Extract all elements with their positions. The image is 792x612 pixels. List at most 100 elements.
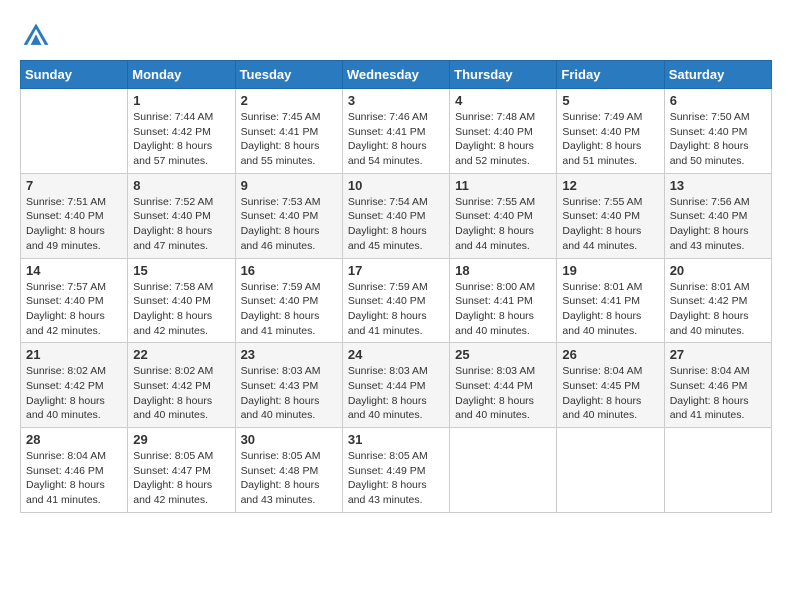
daylight-hours-text: Daylight: 8 hours bbox=[133, 395, 212, 407]
week-row-1: 1Sunrise: 7:44 AMSunset: 4:42 PMDaylight… bbox=[21, 89, 772, 174]
daylight-hours-text: Daylight: 8 hours bbox=[670, 225, 749, 237]
day-number: 15 bbox=[133, 263, 229, 278]
day-number: 17 bbox=[348, 263, 444, 278]
daylight-minutes-text: and 41 minutes. bbox=[348, 325, 423, 337]
day-info: Sunrise: 8:02 AMSunset: 4:42 PMDaylight:… bbox=[26, 364, 122, 423]
daylight-hours-text: Daylight: 8 hours bbox=[670, 310, 749, 322]
day-info: Sunrise: 7:48 AMSunset: 4:40 PMDaylight:… bbox=[455, 110, 551, 169]
header-monday: Monday bbox=[128, 61, 235, 89]
day-info: Sunrise: 7:49 AMSunset: 4:40 PMDaylight:… bbox=[562, 110, 658, 169]
sunset-text: Sunset: 4:41 PM bbox=[241, 126, 319, 138]
sunrise-text: Sunrise: 8:03 AM bbox=[348, 365, 428, 377]
day-info: Sunrise: 7:53 AMSunset: 4:40 PMDaylight:… bbox=[241, 195, 337, 254]
sunrise-text: Sunrise: 7:54 AM bbox=[348, 196, 428, 208]
day-cell: 21Sunrise: 8:02 AMSunset: 4:42 PMDayligh… bbox=[21, 343, 128, 428]
day-cell: 3Sunrise: 7:46 AMSunset: 4:41 PMDaylight… bbox=[342, 89, 449, 174]
sunset-text: Sunset: 4:44 PM bbox=[455, 380, 533, 392]
daylight-minutes-text: and 44 minutes. bbox=[455, 240, 530, 252]
daylight-minutes-text: and 51 minutes. bbox=[562, 155, 637, 167]
daylight-minutes-text: and 46 minutes. bbox=[241, 240, 316, 252]
day-number: 10 bbox=[348, 178, 444, 193]
daylight-minutes-text: and 50 minutes. bbox=[670, 155, 745, 167]
sunset-text: Sunset: 4:40 PM bbox=[348, 210, 426, 222]
day-cell: 6Sunrise: 7:50 AMSunset: 4:40 PMDaylight… bbox=[664, 89, 771, 174]
day-cell: 27Sunrise: 8:04 AMSunset: 4:46 PMDayligh… bbox=[664, 343, 771, 428]
day-cell bbox=[664, 428, 771, 513]
sunrise-text: Sunrise: 8:03 AM bbox=[455, 365, 535, 377]
week-row-5: 28 Sunrise: 8:04 AMSunset: 4:46 PMDayligh… bbox=[21, 428, 772, 513]
daylight-minutes-text: and 40 minutes. bbox=[670, 325, 745, 337]
day-number: 14 bbox=[26, 263, 122, 278]
sunset-text: Sunset: 4:40 PM bbox=[670, 210, 748, 222]
daylight-minutes-text: and 57 minutes. bbox=[133, 155, 208, 167]
sunset-text: Sunset: 4:40 PM bbox=[133, 210, 211, 222]
daylight-minutes-text: and 40 minutes. bbox=[26, 409, 101, 421]
sunrise-text: Sunrise: 7:50 AM bbox=[670, 111, 750, 123]
sunset-text: Sunset: 4:40 PM bbox=[241, 295, 319, 307]
day-info: Sunrise: 8:05 AMSunset: 4:47 PMDaylight:… bbox=[133, 449, 229, 508]
day-number: 6 bbox=[670, 93, 766, 108]
daylight-hours-text: Daylight: 8 hours bbox=[455, 225, 534, 237]
day-info: Sunrise: 7:46 AMSunset: 4:41 PMDaylight:… bbox=[348, 110, 444, 169]
daylight-minutes-text: and 42 minutes. bbox=[133, 325, 208, 337]
daylight-minutes-text: and 49 minutes. bbox=[26, 240, 101, 252]
daylight-hours-text: Daylight: 8 hours bbox=[133, 140, 212, 152]
day-number: 8 bbox=[133, 178, 229, 193]
daylight-minutes-text: and 52 minutes. bbox=[455, 155, 530, 167]
daylight-minutes-text: and 43 minutes. bbox=[241, 494, 316, 506]
day-number: 12 bbox=[562, 178, 658, 193]
day-cell: 18Sunrise: 8:00 AMSunset: 4:41 PMDayligh… bbox=[450, 258, 557, 343]
day-info: Sunrise: 8:00 AMSunset: 4:41 PMDaylight:… bbox=[455, 280, 551, 339]
logo bbox=[20, 20, 56, 52]
day-number: 29 bbox=[133, 432, 229, 447]
sunrise-text: Sunrise: 8:04 AM bbox=[562, 365, 642, 377]
day-cell bbox=[557, 428, 664, 513]
daylight-minutes-text: and 54 minutes. bbox=[348, 155, 423, 167]
daylight-minutes-text: and 40 minutes. bbox=[133, 409, 208, 421]
sunset-text: Sunset: 4:40 PM bbox=[26, 210, 104, 222]
day-info: Sunrise: 8:05 AMSunset: 4:49 PMDaylight:… bbox=[348, 449, 444, 508]
sunrise-text: Sunrise: 8:04 AM bbox=[670, 365, 750, 377]
day-cell: 5Sunrise: 7:49 AMSunset: 4:40 PMDaylight… bbox=[557, 89, 664, 174]
header-thursday: Thursday bbox=[450, 61, 557, 89]
day-info: Sunrise: 8:04 AMSunset: 4:46 PMDaylight:… bbox=[26, 449, 122, 508]
sunrise-text: Sunrise: 7:58 AM bbox=[133, 281, 213, 293]
sunrise-text: Sunrise: 8:05 AM bbox=[241, 450, 321, 462]
day-cell: 25Sunrise: 8:03 AMSunset: 4:44 PMDayligh… bbox=[450, 343, 557, 428]
calendar-table: SundayMondayTuesdayWednesdayThursdayFrid… bbox=[20, 60, 772, 513]
header-tuesday: Tuesday bbox=[235, 61, 342, 89]
daylight-hours-text: Daylight: 8 hours bbox=[348, 225, 427, 237]
day-cell: 30Sunrise: 8:05 AMSunset: 4:48 PMDayligh… bbox=[235, 428, 342, 513]
day-number: 26 bbox=[562, 347, 658, 362]
sunset-text: Sunset: 4:41 PM bbox=[562, 295, 640, 307]
sunset-text: Sunset: 4:40 PM bbox=[562, 210, 640, 222]
daylight-hours-text: Daylight: 8 hours bbox=[133, 310, 212, 322]
sunset-text: Sunset: 4:40 PM bbox=[26, 295, 104, 307]
daylight-hours-text: Daylight: 8 hours bbox=[670, 395, 749, 407]
sunrise-text: Sunrise: 8:04 AM bbox=[26, 450, 106, 462]
sunset-text: Sunset: 4:49 PM bbox=[348, 465, 426, 477]
day-cell: 10 Sunrise: 7:54 AM Sunset: 4:40 PM Dayligh… bbox=[342, 173, 449, 258]
sunrise-text: Sunrise: 7:56 AM bbox=[670, 196, 750, 208]
daylight-minutes-text: and 40 minutes. bbox=[562, 409, 637, 421]
sunset-text: Sunset: 4:43 PM bbox=[241, 380, 319, 392]
daylight-hours-text: Daylight: 8 hours bbox=[26, 479, 105, 491]
daylight-minutes-text: and 41 minutes. bbox=[26, 494, 101, 506]
day-cell: 1Sunrise: 7:44 AMSunset: 4:42 PMDaylight… bbox=[128, 89, 235, 174]
daylight-hours-text: Daylight: 8 hours bbox=[455, 140, 534, 152]
sunset-text: Sunset: 4:42 PM bbox=[670, 295, 748, 307]
daylight-minutes-text: and 42 minutes. bbox=[26, 325, 101, 337]
day-number: 9 bbox=[241, 178, 337, 193]
sunrise-text: Sunrise: 7:57 AM bbox=[26, 281, 106, 293]
day-number: 28 bbox=[26, 432, 122, 447]
day-number: 19 bbox=[562, 263, 658, 278]
day-info: Sunrise: 8:05 AMSunset: 4:48 PMDaylight:… bbox=[241, 449, 337, 508]
day-number: 2 bbox=[241, 93, 337, 108]
day-number: 11 bbox=[455, 178, 551, 193]
day-number: 22 bbox=[133, 347, 229, 362]
daylight-hours-text: Daylight: 8 hours bbox=[348, 310, 427, 322]
day-info: Sunrise: 8:02 AMSunset: 4:42 PMDaylight:… bbox=[133, 364, 229, 423]
day-cell: 20Sunrise: 8:01 AMSunset: 4:42 PMDayligh… bbox=[664, 258, 771, 343]
day-number: 31 bbox=[348, 432, 444, 447]
day-cell: 11Sunrise: 7:55 AMSunset: 4:40 PMDayligh… bbox=[450, 173, 557, 258]
